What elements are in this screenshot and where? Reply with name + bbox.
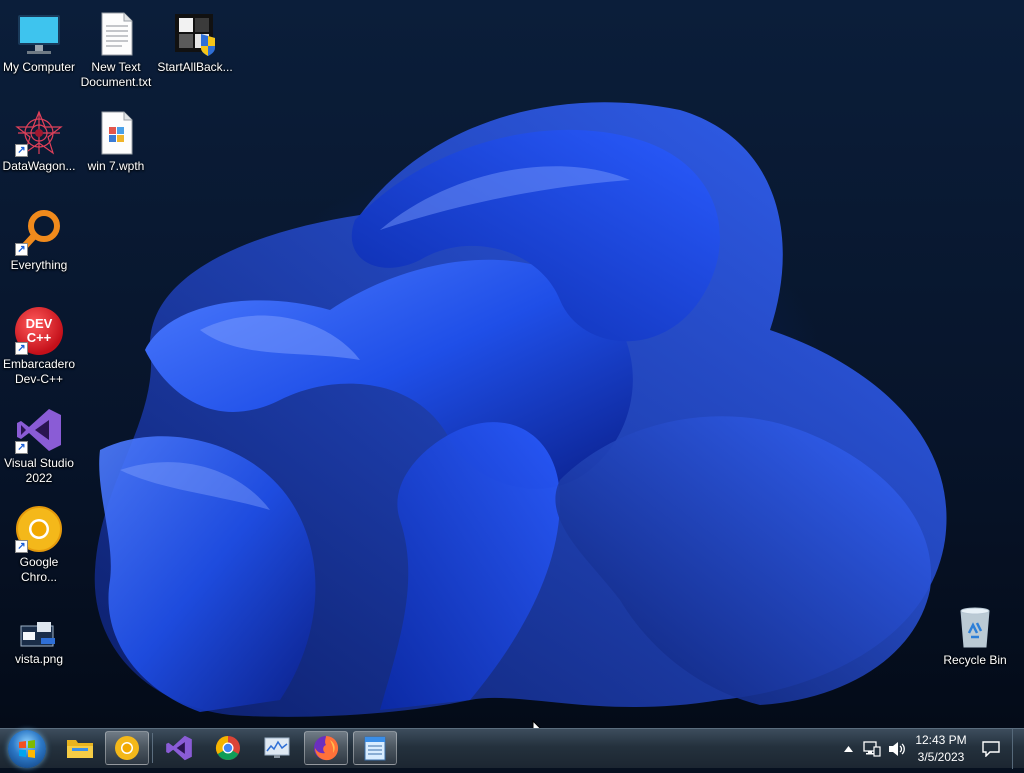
desktop-icon-everything[interactable]: ↗ Everything [0, 202, 78, 273]
wpth-file-icon [101, 111, 133, 155]
desktop-icon-win7-wpth[interactable]: win 7.wpth [77, 103, 155, 174]
desktop-icon-label: DataWagon... [2, 159, 76, 173]
chevron-up-icon [843, 746, 853, 752]
notepad-icon [364, 736, 386, 761]
desktop-icon-label: Google Chro... [19, 555, 59, 584]
desktop-icon-label: StartAllBack... [157, 60, 233, 74]
start-button[interactable] [8, 730, 46, 768]
desktop-icon-label: Embarcadero Dev-C++ [2, 357, 76, 386]
tray-action-center[interactable] [980, 729, 1002, 769]
shortcut-arrow-icon: ↗ [15, 441, 28, 454]
desktop-icon-label: Everything [10, 258, 68, 272]
desktop-icon-startallback[interactable]: StartAllBack... [156, 4, 234, 75]
clock-time: 12:43 PM [915, 733, 967, 747]
image-file-icon [20, 622, 55, 647]
taskbar-clock[interactable]: 12:43 PM 3/5/2023 [905, 732, 977, 766]
desktop-icon-label: Recycle Bin [943, 653, 1007, 667]
devcpp-badge-text: DEV C++ [25, 316, 53, 345]
startallback-icon [175, 14, 215, 56]
tray-network[interactable] [861, 729, 883, 769]
monitor-chart-icon [264, 737, 290, 758]
network-icon [863, 741, 881, 757]
firefox-icon [314, 736, 339, 761]
desktop-icon-google-chrome-canary[interactable]: ↗ Google Chro... [0, 499, 78, 585]
taskbar: 12:43 PM 3/5/2023 [0, 728, 1024, 769]
chrome-canary-icon [115, 736, 139, 760]
desktop-icon-my-computer[interactable]: My Computer [0, 4, 78, 75]
shortcut-arrow-icon: ↗ [15, 342, 28, 355]
shortcut-arrow-icon: ↗ [15, 540, 28, 553]
speaker-icon [889, 742, 905, 756]
desktop-icon-new-text-document[interactable]: New Text Document.txt [77, 4, 155, 90]
desktop-icon-visual-studio[interactable]: ↗ Visual Studio 2022 [0, 400, 78, 486]
taskbar-firefox[interactable] [304, 731, 348, 765]
taskbar-file-explorer[interactable] [58, 731, 102, 765]
taskbar-visual-studio[interactable] [157, 731, 201, 765]
desktop-icon-recycle-bin[interactable]: Recycle Bin [936, 597, 1014, 668]
taskbar-resource-monitor[interactable] [255, 731, 299, 765]
folder-icon [67, 740, 93, 758]
notification-icon [982, 741, 1000, 757]
desktop-icon-label: My Computer [2, 60, 76, 74]
taskbar-separator [152, 733, 153, 763]
desktop-icon-vista-png[interactable]: vista.png [0, 612, 78, 667]
taskbar-chrome-canary[interactable] [105, 731, 149, 765]
desktop-icon-label: win 7.wpth [87, 159, 145, 173]
chrome-icon [215, 736, 240, 761]
shortcut-arrow-icon: ↗ [15, 243, 28, 256]
windows-logo-icon [19, 740, 35, 758]
tray-show-hidden-icons[interactable] [840, 729, 856, 769]
desktop-icon-label: Visual Studio 2022 [4, 456, 74, 485]
desktop-icon-label: New Text Document.txt [80, 60, 152, 89]
visual-studio-icon [166, 735, 192, 761]
taskbar-chrome[interactable] [206, 731, 250, 765]
shortcut-arrow-icon: ↗ [15, 144, 28, 157]
desktop-icon-label: vista.png [14, 652, 64, 666]
desktop-icon-embarcadero-devcpp[interactable]: DEV C++ ↗ Embarcadero Dev-C++ [0, 301, 78, 387]
desktop-icon-datawagon[interactable]: ↗ DataWagon... [0, 103, 78, 174]
show-desktop-button[interactable] [1012, 729, 1024, 769]
text-document-icon [101, 12, 133, 56]
monitor-icon [18, 15, 60, 54]
taskbar-notepad[interactable] [353, 731, 397, 765]
recycle-bin-icon [960, 607, 990, 648]
clock-date: 3/5/2023 [917, 750, 965, 764]
